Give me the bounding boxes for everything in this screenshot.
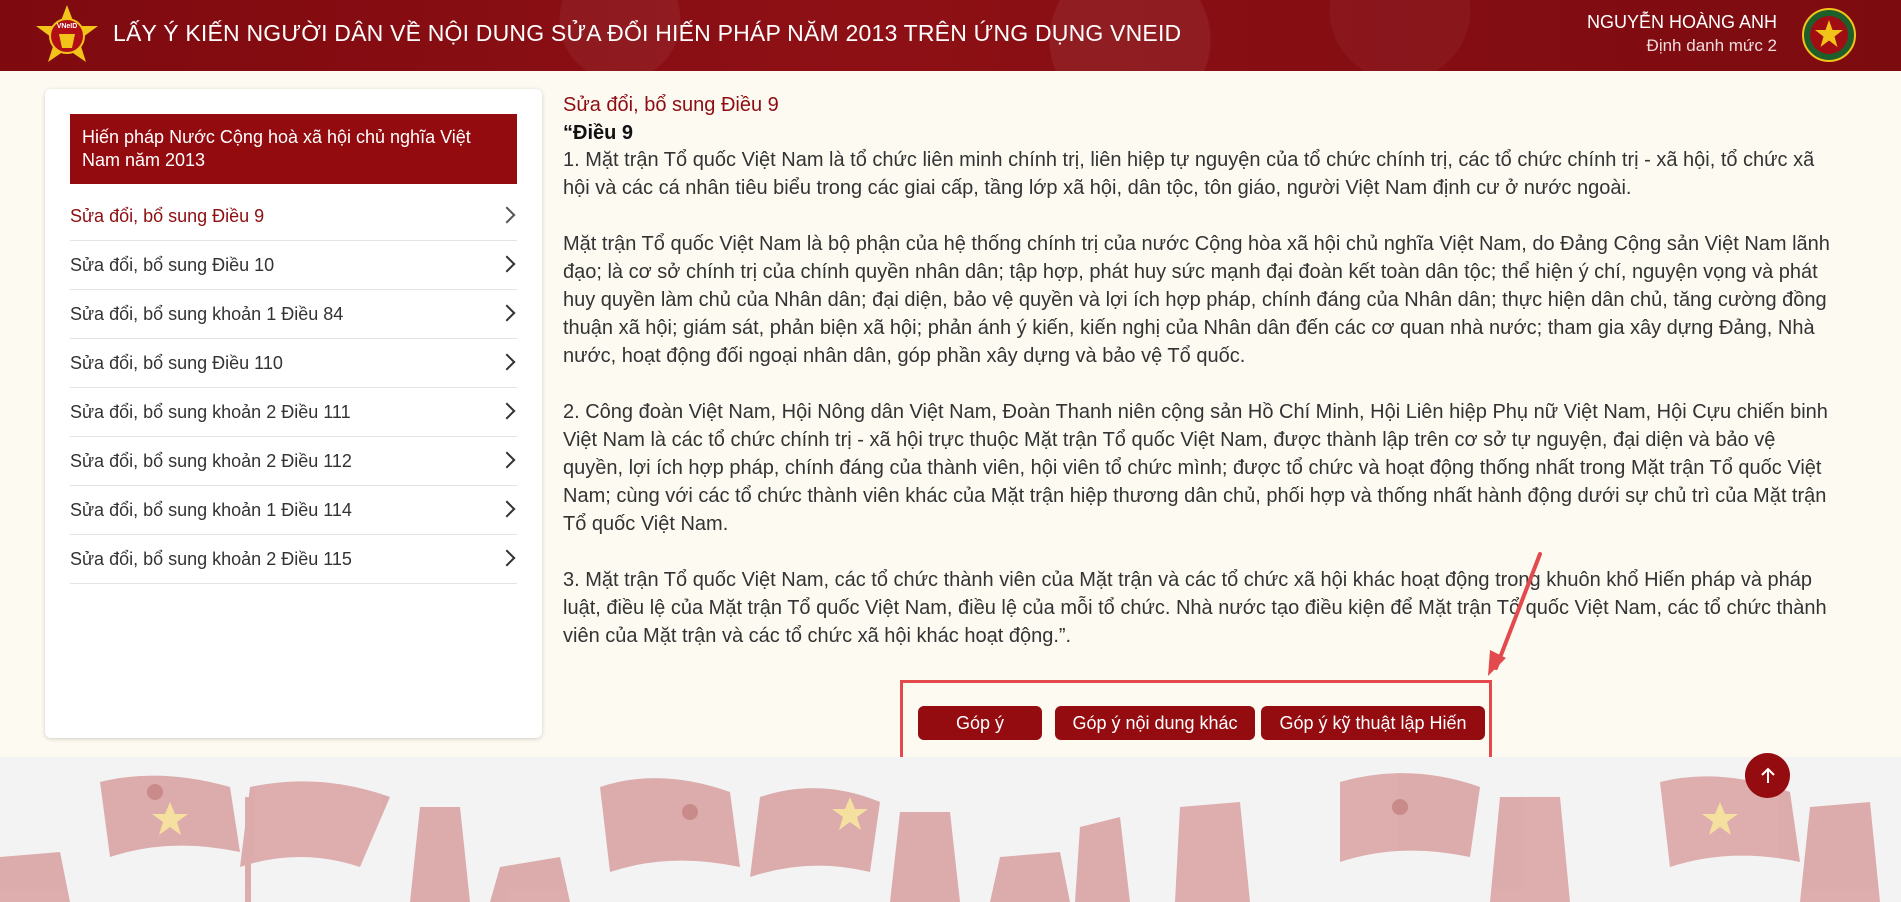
sidebar-item-khoan-2-dieu-112[interactable]: Sửa đổi, bổ sung khoản 2 Điều 112 <box>70 437 517 486</box>
chevron-right-icon <box>498 353 516 371</box>
article-title: “Điều 9 <box>563 122 634 144</box>
user-identity-level: Định danh mức 2 <box>1646 36 1777 55</box>
sidebar-item-dieu-9[interactable]: Sửa đổi, bổ sung Điều 9 <box>70 192 517 241</box>
sidebar-item-khoan-1-dieu-84[interactable]: Sửa đổi, bổ sung khoản 1 Điều 84 <box>70 290 517 339</box>
sidebar-item-label: Sửa đổi, bổ sung khoản 2 Điều 115 <box>70 549 352 569</box>
chevron-right-icon <box>498 255 516 273</box>
sidebar-title: Hiến pháp Nước Cộng hoà xã hội chủ nghĩa… <box>70 114 517 184</box>
sidebar-item-dieu-110[interactable]: Sửa đổi, bổ sung Điều 110 <box>70 339 517 388</box>
other-content-comment-button[interactable]: Góp ý nội dung khác <box>1055 706 1255 740</box>
sidebar-item-dieu-10[interactable]: Sửa đổi, bổ sung Điều 10 <box>70 241 517 290</box>
sidebar-item-label: Sửa đổi, bổ sung khoản 2 Điều 111 <box>70 402 351 422</box>
sidebar-item-label: Sửa đổi, bổ sung khoản 1 Điều 84 <box>70 304 344 324</box>
article-paragraph: 3. Mặt trận Tổ quốc Việt Nam, các tổ chứ… <box>563 569 1827 647</box>
vneid-logo-icon[interactable]: VNeID <box>34 4 100 66</box>
technique-comment-button[interactable]: Góp ý kỹ thuật lập Hiến <box>1261 706 1485 740</box>
scroll-to-top-button[interactable] <box>1745 753 1790 798</box>
article-paragraph: 1. Mặt trận Tổ quốc Việt Nam là tổ chức … <box>563 149 1815 199</box>
sidebar-item-khoan-2-dieu-115[interactable]: Sửa đổi, bổ sung khoản 2 Điều 115 <box>70 535 517 584</box>
article-paragraph: 2. Công đoàn Việt Nam, Hội Nông dân Việt… <box>563 401 1828 535</box>
sidebar-item-label: Sửa đổi, bổ sung Điều 110 <box>70 353 283 373</box>
chevron-right-icon <box>498 500 516 518</box>
footer-illustration <box>0 773 1880 902</box>
comment-button[interactable]: Góp ý <box>918 706 1042 740</box>
chevron-right-icon <box>498 402 516 420</box>
article-content: Sửa đổi, bổ sung Điều 9 “Điều 9 1. Mặt t… <box>563 92 1833 678</box>
chevron-right-icon <box>498 549 516 567</box>
sidebar-item-khoan-2-dieu-111[interactable]: Sửa đổi, bổ sung khoản 2 Điều 111 <box>70 388 517 437</box>
sidebar-item-label: Sửa đổi, bổ sung khoản 2 Điều 112 <box>70 451 352 471</box>
section-title: Sửa đổi, bổ sung Điều 9 <box>563 94 779 116</box>
page-title: LẤY Ý KIẾN NGƯỜI DÂN VỀ NỘI DUNG SỬA ĐỔI… <box>113 20 1182 46</box>
sidebar-item-label: Sửa đổi, bổ sung khoản 1 Điều 114 <box>70 500 352 520</box>
chevron-right-icon <box>498 304 516 322</box>
chevron-right-icon <box>498 206 516 224</box>
article-paragraph: Mặt trận Tổ quốc Việt Nam là bộ phận của… <box>563 233 1830 367</box>
user-name[interactable]: NGUYỄN HOÀNG ANH <box>1587 12 1777 33</box>
sidebar-item-khoan-1-dieu-114[interactable]: Sửa đổi, bổ sung khoản 1 Điều 114 <box>70 486 517 535</box>
arrow-up-icon <box>1760 767 1775 783</box>
sidebar-item-label: Sửa đổi, bổ sung Điều 10 <box>70 255 275 275</box>
footer-banner <box>0 757 1901 902</box>
action-buttons-highlight: Góp ý Góp ý nội dung khác Góp ý kỹ thuật… <box>900 680 1492 762</box>
logo-text: VNeID <box>57 23 78 30</box>
sidebar: Hiến pháp Nước Cộng hoà xã hội chủ nghĩa… <box>45 89 542 738</box>
annotation-arrow-icon <box>1488 552 1542 676</box>
avatar[interactable] <box>1802 8 1856 62</box>
sidebar-item-label: Sửa đổi, bổ sung Điều 9 <box>70 206 265 226</box>
chevron-right-icon <box>498 451 516 469</box>
sidebar-nav: Sửa đổi, bổ sung Điều 9 Sửa đổi, bổ sung… <box>70 192 517 584</box>
app-header: VNeID LẤY Ý KIẾN NGƯỜI DÂN VỀ NỘI DUNG S… <box>0 0 1901 71</box>
